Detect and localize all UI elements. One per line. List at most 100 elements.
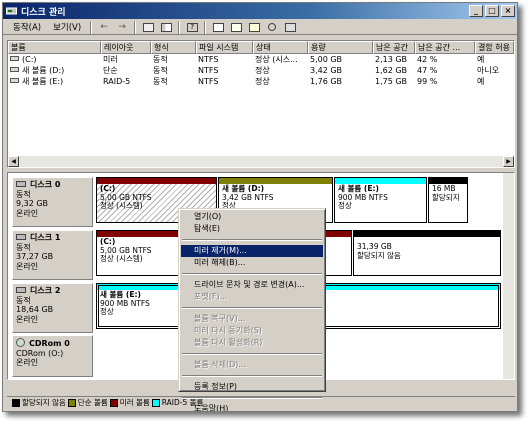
volume-fault-tolerance: 아니오 [477, 66, 500, 75]
search-icon[interactable] [265, 21, 279, 33]
disk-label[interactable]: 디스크 0 동적 9,32 GB 온라인 [12, 177, 93, 227]
disk-size: 9,32 GB [16, 199, 49, 208]
open-icon[interactable] [247, 21, 261, 33]
menu-help[interactable]: 도움말(H) [181, 403, 323, 411]
disk-label[interactable]: CDRom 0 CDRom (O:) 온라인 [12, 335, 93, 377]
disk-state: 온라인 [16, 208, 39, 218]
menu-delete-volume: 볼륨 삭제(D)... [194, 360, 247, 369]
menu-separator [182, 273, 322, 275]
maximize-button[interactable]: □ [485, 5, 499, 17]
col-volume[interactable]: 볼륨 [8, 41, 101, 54]
legend-simple: 단순 볼륨 [77, 398, 108, 407]
menu-properties[interactable]: 등록 정보(P) [181, 381, 323, 393]
menu-remove-mirror[interactable]: 미러 제거(M)... [181, 245, 323, 257]
properties-icon[interactable] [211, 21, 225, 33]
menu-view[interactable]: 보기(V) [47, 21, 87, 33]
menu-toolbar: 동작(A) 보기(V) ← → ? [3, 20, 517, 35]
legend-mirror: 미러 볼륨 [119, 398, 150, 407]
volume-row[interactable]: 새 볼륨 (E:) RAID-5 동적 NTFS 정상 1,76 GB 1,75… [8, 76, 514, 87]
volume-filesystem: NTFS [198, 66, 219, 75]
menu-open[interactable]: 열기(O) [181, 211, 323, 223]
menu-format: 포맷(F)... [194, 292, 228, 301]
partition-unallocated[interactable]: 31,39 GB 할당되지 않음 [353, 230, 501, 276]
menu-separator [182, 375, 322, 377]
col-free-space[interactable]: 남은 공간 [373, 41, 415, 54]
menu-explore[interactable]: 탐색(E) [181, 223, 323, 235]
menu-reactivate-volume: 볼륨 다시 활성화(R) [194, 338, 263, 347]
col-status[interactable]: 상태 [253, 41, 308, 54]
toolbar-separator [178, 20, 181, 34]
volume-capacity: 5,00 GB [310, 55, 343, 64]
legend-swatch-unallocated [12, 398, 20, 407]
volume-list-hscrollbar[interactable]: ◀ ▶ [8, 156, 514, 167]
volume-drive-icon [10, 78, 19, 83]
show-tree-icon[interactable] [159, 21, 173, 33]
partition-raid5-e[interactable]: 새 볼륨 (E:) 900 MB NTFS 정상 [334, 177, 427, 223]
partition-status: 정상 [338, 201, 352, 210]
window-title: 디스크 관리 [21, 7, 66, 18]
disk-management-icon [6, 7, 17, 15]
disk-type: 동적 [16, 295, 31, 305]
col-capacity[interactable]: 용량 [308, 41, 373, 54]
volume-name: 새 볼륨 (E:) [22, 77, 64, 86]
menu-resync-mirror: 미러 다시 동기화(S) [194, 326, 262, 335]
settings-icon[interactable] [283, 21, 297, 33]
menu-separator [182, 397, 322, 399]
volume-fault-tolerance: 예 [477, 55, 485, 64]
volume-layout: RAID-5 [103, 77, 131, 86]
back-arrow-icon[interactable]: ← [97, 21, 111, 33]
partition-unallocated[interactable]: 16 MB 할당되지 [428, 177, 468, 223]
toolbar-separator [204, 20, 207, 34]
col-type[interactable]: 형식 [151, 41, 196, 54]
volume-status: 정상 [255, 77, 270, 86]
menu-separator [182, 239, 322, 241]
volume-type: 동적 [153, 77, 168, 86]
forward-arrow-icon[interactable]: → [115, 21, 129, 33]
disk-name: 디스크 0 [30, 180, 61, 189]
graph-vscrollbar[interactable] [503, 173, 514, 379]
col-filesystem[interactable]: 파일 시스템 [196, 41, 253, 54]
disk-size: 37,27 GB [16, 252, 54, 261]
disk-icon [16, 287, 26, 293]
volume-layout: 미러 [103, 55, 118, 64]
disk-type: 동적 [16, 242, 31, 252]
partition-size: 3,42 GB NTFS [222, 192, 274, 202]
volume-capacity: 1,76 GB [310, 77, 343, 86]
disk-icon [16, 181, 26, 187]
volume-name: 새 볼륨 (D:) [22, 66, 65, 75]
title-bar[interactable]: 디스크 관리 _ □ × [3, 3, 517, 19]
volume-free-space: 1,62 GB [375, 66, 408, 75]
volume-row[interactable]: (C:) 미러 동적 NTFS 정상 (시스... 5,00 GB 2,13 G… [8, 54, 514, 65]
toolbar-separator [90, 20, 93, 34]
cdrom-icon [16, 338, 25, 347]
volume-filesystem: NTFS [198, 55, 219, 64]
volume-row[interactable]: 새 볼륨 (D:) 단순 동적 NTFS 정상 3,42 GB 1,62 GB … [8, 65, 514, 76]
menu-change-drive-letter[interactable]: 드라이브 문자 및 경로 변경(A)... [181, 279, 323, 291]
scroll-left-icon[interactable]: ◀ [8, 156, 19, 167]
disk-type: 동적 [16, 189, 31, 199]
partition-status: 할당되지 않음 [357, 250, 401, 260]
menu-action[interactable]: 동작(A) [7, 21, 47, 33]
menu-break-mirror[interactable]: 미러 해제(B)... [181, 257, 323, 269]
disk-label[interactable]: 디스크 1 동적 37,27 GB 온라인 [12, 230, 93, 280]
volume-status: 정상 (시스... [255, 55, 298, 64]
partition-status: 할당되지 [432, 192, 460, 202]
legend-swatch-raid5 [151, 398, 160, 407]
col-fault-tolerance[interactable]: 결함 허용 [475, 41, 514, 54]
volume-status: 정상 [255, 66, 270, 75]
disk-label[interactable]: 디스크 2 동적 18,64 GB 온라인 [12, 283, 93, 333]
col-layout[interactable]: 레이아웃 [101, 41, 151, 54]
scroll-right-icon[interactable]: ▶ [503, 156, 514, 167]
volume-capacity: 3,42 GB [310, 66, 343, 75]
help-icon[interactable]: ? [185, 21, 199, 33]
disk-size: 18,64 GB [16, 305, 54, 314]
legend-unallocated: 할당되지 않음 [22, 398, 66, 407]
volume-fault-tolerance: 예 [477, 77, 485, 86]
col-free-percent[interactable]: 남은 공간 ... [415, 41, 475, 54]
up-level-icon[interactable] [141, 21, 155, 33]
minimize-button[interactable]: _ [469, 5, 483, 17]
volume-list-header: 볼륨 레이아웃 형식 파일 시스템 상태 용량 남은 공간 남은 공간 ... … [8, 41, 514, 54]
new-icon[interactable] [229, 21, 243, 33]
close-button[interactable]: × [501, 5, 515, 17]
disk-type: CDRom (O:) [16, 348, 64, 358]
